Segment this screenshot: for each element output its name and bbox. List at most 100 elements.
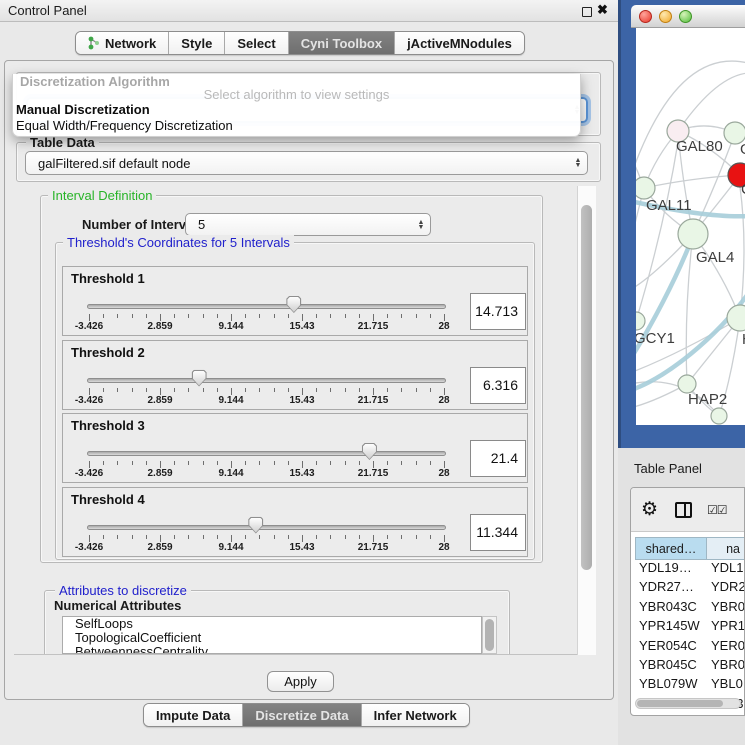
close-icon[interactable]: ✖ (597, 2, 608, 18)
slider-thumb[interactable] (248, 517, 263, 534)
slider-tick (217, 461, 218, 465)
slider-tick (401, 461, 402, 465)
slider-tick-label: 15.43 (289, 321, 314, 332)
attributes-list-scrollbar[interactable] (482, 616, 497, 654)
slider-tick (146, 388, 147, 392)
cell-shared-name: YER054C (635, 638, 707, 657)
slider-tick (330, 535, 331, 539)
numerical-attributes-label: Numerical Attributes (50, 598, 185, 613)
slider-tick-label: 21.715 (358, 321, 389, 332)
slider-tick (288, 314, 289, 318)
slider-tick (146, 535, 147, 539)
table-row[interactable]: YBR045CYBR0 (635, 657, 745, 676)
slider-tick (316, 314, 317, 318)
network-node-gal11[interactable] (636, 177, 655, 199)
node-label: C (741, 181, 745, 198)
table-row[interactable]: YBL079WYBL0 (635, 676, 745, 695)
network-node-h[interactable] (727, 305, 745, 331)
screenshot-root: Control Panel ✖ NetworkStyleSelectCyni T… (0, 0, 745, 745)
table-row[interactable]: YPR145WYPR1 (635, 618, 745, 637)
tab-jactivemnodules[interactable]: jActiveMNodules (395, 32, 524, 54)
slider-track[interactable] (87, 378, 446, 383)
threshold-value-field[interactable]: 14.713 (470, 293, 526, 330)
slider-thumb[interactable] (286, 296, 301, 313)
network-node-gal4[interactable] (678, 219, 708, 249)
tab-label: Infer Network (374, 708, 457, 723)
table-row[interactable]: YBR043CYBR0 (635, 599, 745, 618)
slider-tick (345, 388, 346, 392)
slider-track[interactable] (87, 451, 446, 456)
attribute-list-item[interactable]: TopologicalCoefficient (63, 631, 481, 645)
number-of-intervals-combobox[interactable]: 5 ▲▼ (185, 213, 431, 236)
checkboxes-icon[interactable]: ☑☑ (707, 503, 727, 517)
apply-button[interactable]: Apply (267, 671, 334, 692)
slider-tick-label: 28 (438, 542, 449, 553)
cell-name: YBR0 (707, 599, 745, 618)
table-row[interactable]: YDL19…YDL1 (635, 560, 745, 579)
tab-discretize-data[interactable]: Discretize Data (243, 704, 361, 726)
cell-name: YPR1 (707, 618, 745, 637)
tab-label: Discretize Data (255, 708, 348, 723)
thresholds-group-label: Threshold's Coordinates for 5 Intervals (63, 235, 294, 250)
network-node[interactable] (711, 408, 727, 424)
threshold-value-field[interactable]: 6.316 (470, 367, 526, 404)
numerical-attributes-list[interactable]: SelfLoopsTopologicalCoefficientBetweenne… (62, 616, 482, 654)
slider-tick (330, 314, 331, 318)
minimize-traffic-light-icon[interactable] (659, 10, 672, 23)
slider-tick (160, 461, 161, 468)
tab-select[interactable]: Select (225, 32, 288, 54)
attribute-list-item[interactable]: BetweennessCentrality (63, 645, 481, 654)
slider-tick-label: -3.426 (75, 542, 103, 553)
slider-tick (245, 314, 246, 318)
network-node-gcy1[interactable] (636, 312, 645, 330)
slider-tick (203, 314, 204, 318)
slider-tick (288, 461, 289, 465)
table-horizontal-scrollbar[interactable] (635, 698, 741, 709)
slider-tick (132, 314, 133, 318)
slider-tick (146, 314, 147, 318)
slider-track[interactable] (87, 304, 446, 309)
tab-style[interactable]: Style (169, 32, 225, 54)
slider-thumb[interactable] (362, 443, 377, 460)
network-window[interactable]: GAL80GACGAL11GAL4GCY1HHAP2 (618, 0, 745, 448)
algorithm-dropdown-popup: Discretization Algorithm Select algorith… (12, 74, 581, 137)
close-traffic-light-icon[interactable] (639, 10, 652, 23)
threshold-value-field[interactable]: 11.344 (470, 514, 526, 551)
cell-shared-name: YPR145W (635, 618, 707, 637)
network-canvas[interactable]: GAL80GACGAL11GAL4GCY1HHAP2 (636, 28, 745, 425)
tab-impute-data[interactable]: Impute Data (144, 704, 243, 726)
slider-thumb[interactable] (192, 370, 207, 387)
tab-infer-network[interactable]: Infer Network (362, 704, 469, 726)
network-window-titlebar[interactable] (631, 5, 745, 28)
table-row[interactable]: YDR27…YDR2 (635, 579, 745, 598)
threshold-value-field[interactable]: 21.4 (470, 440, 526, 477)
tab-cyni-toolbox[interactable]: Cyni Toolbox (289, 32, 395, 54)
column-header-name[interactable]: na (707, 537, 745, 560)
attribute-list-item[interactable]: SelfLoops (63, 617, 481, 631)
slider-track[interactable] (87, 525, 446, 530)
table-body: YDL19…YDL1YDR27…YDR2YBR043CYBR0YPR145WYP… (635, 560, 745, 686)
columns-icon[interactable] (675, 502, 692, 518)
tab-network[interactable]: Network (76, 32, 169, 54)
table-row[interactable]: YER054CYER0 (635, 638, 745, 657)
threshold-panel-2: Threshold 2-3.4262.8599.14415.4321.71528… (62, 340, 528, 410)
tab-label: Style (181, 36, 212, 51)
settings-scrollbar[interactable] (577, 186, 596, 655)
popup-item[interactable]: Equal Width/Frequency Discretization (16, 118, 233, 133)
slider-tick (373, 461, 374, 468)
float-window-icon[interactable] (582, 7, 592, 17)
table-row[interactable]: YIL052CYIL0 (635, 715, 745, 716)
gear-icon[interactable]: ⚙ (641, 498, 658, 521)
popup-item[interactable]: Manual Discretization (16, 102, 150, 117)
node-label: GCY1 (636, 330, 675, 347)
combo-arrows-icon: ▲▼ (569, 158, 587, 168)
node-label: GAL80 (676, 138, 723, 155)
column-header-shared[interactable]: shared… (635, 537, 707, 560)
slider-tick (359, 461, 360, 465)
table-data-combobox[interactable]: galFiltered.sif default node ▲▼ (25, 151, 588, 175)
slider-tick (330, 461, 331, 465)
slider-tick (387, 314, 388, 318)
slider-tick (444, 461, 445, 468)
popup-placeholder-item[interactable]: Select algorithm to view settings (13, 87, 580, 102)
zoom-traffic-light-icon[interactable] (679, 10, 692, 23)
